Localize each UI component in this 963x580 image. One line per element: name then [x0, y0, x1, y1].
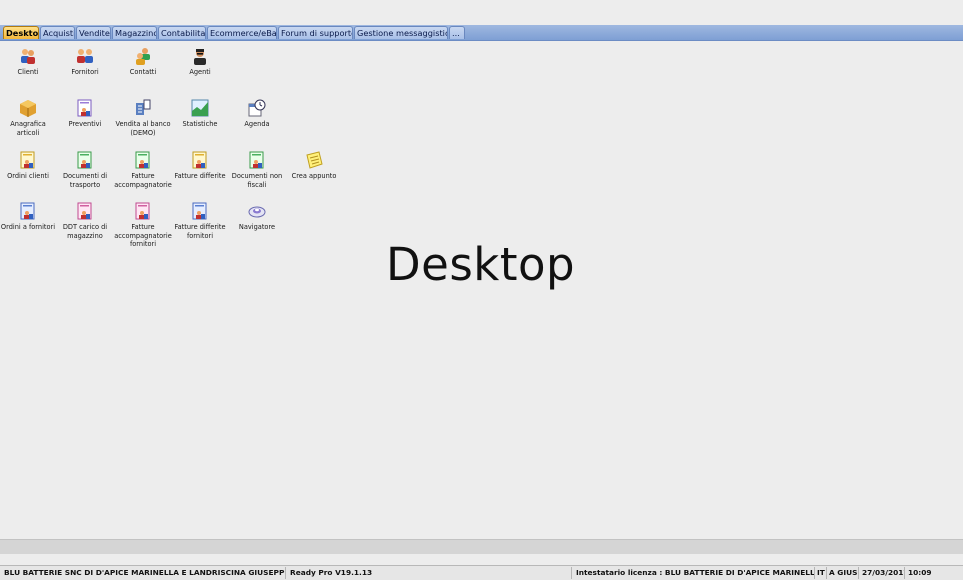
- tab-acquisti[interactable]: Acquisti: [40, 26, 75, 39]
- icon-label: Ordini clienti: [7, 172, 49, 180]
- status-time: 10:09: [908, 568, 932, 577]
- agent-icon: [194, 49, 206, 65]
- desktop-icon-vendita-banco[interactable]: Vendita al banco (DEMO): [114, 99, 172, 137]
- icon-label: DDT carico di magazzino: [62, 223, 108, 240]
- supplier-invoice-icon: [135, 202, 150, 220]
- icon-label: Contatti: [129, 68, 157, 76]
- supplier-order-icon: [20, 202, 35, 220]
- deferred-invoice-icon: [192, 151, 207, 169]
- chart-icon: [191, 99, 209, 117]
- icon-label: Navigatore: [238, 223, 276, 231]
- desktop-icon-fatture-diff-fornitori[interactable]: Fatture differite fornitori: [171, 202, 229, 240]
- contacts-icon: [136, 48, 150, 65]
- status-user: A GIUSE: [829, 567, 859, 579]
- icon-label: Fornitori: [71, 68, 99, 76]
- tab-vendite[interactable]: Vendite: [76, 26, 111, 39]
- icon-label: Preventivi: [68, 120, 102, 128]
- transport-document-icon: [77, 151, 92, 169]
- desktop-icon-ordini-clienti[interactable]: Ordini clienti: [0, 151, 57, 181]
- tab-desktop[interactable]: Desktop: [3, 26, 39, 39]
- desktop-bottom-band: [0, 539, 963, 554]
- tab-gestione-messaggistica[interactable]: Gestione messaggistica: [354, 26, 448, 39]
- icon-label: Fatture accompagnatorie: [114, 172, 172, 189]
- desktop-icon-preventivi[interactable]: Preventivi: [56, 99, 114, 129]
- icon-label: Fatture differite fornitori: [174, 223, 226, 240]
- tab-contabilita[interactable]: Contabilita': [158, 26, 206, 39]
- icon-label: Agenti: [189, 68, 211, 76]
- desktop-icon-anagrafica-articoli[interactable]: Anagrafica articoli: [0, 99, 57, 137]
- icon-label: Fatture differite: [174, 172, 226, 180]
- icon-label: Crea appunto: [291, 172, 337, 180]
- icon-label: Clienti: [17, 68, 39, 76]
- stock-load-document-icon: [77, 202, 92, 220]
- icon-label: Agenda: [244, 120, 270, 128]
- desktop-icon-ddt-carico[interactable]: DDT carico di magazzino: [56, 202, 114, 240]
- tab-forum-supporto[interactable]: Forum di supporto: [278, 26, 353, 39]
- suppliers-icon: [77, 49, 93, 63]
- desktop-icon-documenti-non-fiscali[interactable]: Documenti non fiscali: [228, 151, 286, 189]
- desktop-icon-fatture-acc-fornitori[interactable]: Fatture accompagnatorie fornitori: [114, 202, 172, 249]
- icon-label: Documenti non fiscali: [231, 172, 283, 189]
- status-company: BLU BATTERIE SNC DI D'APICE MARINELLA E …: [0, 567, 286, 579]
- status-license: Intestatario licenza : BLU BATTERIE DI D…: [572, 567, 815, 579]
- desktop-icon-fatture-differite[interactable]: Fatture differite: [171, 151, 229, 181]
- icon-label: Statistiche: [182, 120, 218, 128]
- desktop-title: Desktop: [386, 238, 576, 291]
- desktop-icon-navigatore[interactable]: Navigatore: [228, 202, 286, 232]
- icon-label: Vendita al banco (DEMO): [115, 120, 171, 137]
- status-version: Ready Pro V19.1.13: [286, 567, 572, 579]
- tab-ecommerce-ebay[interactable]: Ecommerce/eBay: [207, 26, 277, 39]
- module-tab-bar: Desktop Acquisti Vendite Magazzino Conta…: [0, 25, 963, 41]
- status-bar: BLU BATTERIE SNC DI D'APICE MARINELLA E …: [0, 565, 963, 580]
- desktop-icon-fornitori[interactable]: Fornitori: [56, 47, 114, 77]
- desktop-icon-crea-appunto[interactable]: Crea appunto: [285, 151, 343, 181]
- status-language: IT: [815, 567, 827, 579]
- desktop-icon-clienti[interactable]: Clienti: [0, 47, 57, 77]
- desktop-icon-agenti[interactable]: Agenti: [171, 47, 229, 77]
- tab-more[interactable]: ...: [449, 26, 465, 39]
- order-document-icon: [20, 151, 35, 169]
- desktop-icon-fatture-accompagnatorie[interactable]: Fatture accompagnatorie: [114, 151, 172, 189]
- navigator-icon: [248, 206, 266, 218]
- cash-register-icon: [136, 99, 151, 115]
- desktop-icon-ordini-fornitori[interactable]: Ordini a fornitori: [0, 202, 57, 232]
- supplier-deferred-invoice-icon: [192, 202, 207, 220]
- non-fiscal-document-icon: [249, 151, 264, 169]
- icon-label: Ordini a fornitori: [0, 223, 56, 231]
- document-users-icon: [77, 99, 92, 117]
- status-date: 27/03/2017: [859, 567, 905, 579]
- tab-magazzino[interactable]: Magazzino: [112, 26, 157, 39]
- desktop-icon-documenti-trasporto[interactable]: Documenti di trasporto: [56, 151, 114, 189]
- icon-label: Documenti di trasporto: [62, 172, 108, 189]
- icon-label: Anagrafica articoli: [10, 120, 46, 137]
- desktop-icon-contatti[interactable]: Contatti: [114, 47, 172, 77]
- desktop-icon-agenda[interactable]: Agenda: [228, 99, 286, 129]
- desktop-icon-statistiche[interactable]: Statistiche: [171, 99, 229, 129]
- invoice-document-icon: [135, 151, 150, 169]
- sticky-note-icon: [306, 151, 323, 169]
- box-icon: [20, 100, 36, 117]
- users-icon: [21, 49, 35, 64]
- icon-label: Fatture accompagnatorie fornitori: [114, 223, 172, 248]
- agenda-clock-icon: [248, 99, 266, 117]
